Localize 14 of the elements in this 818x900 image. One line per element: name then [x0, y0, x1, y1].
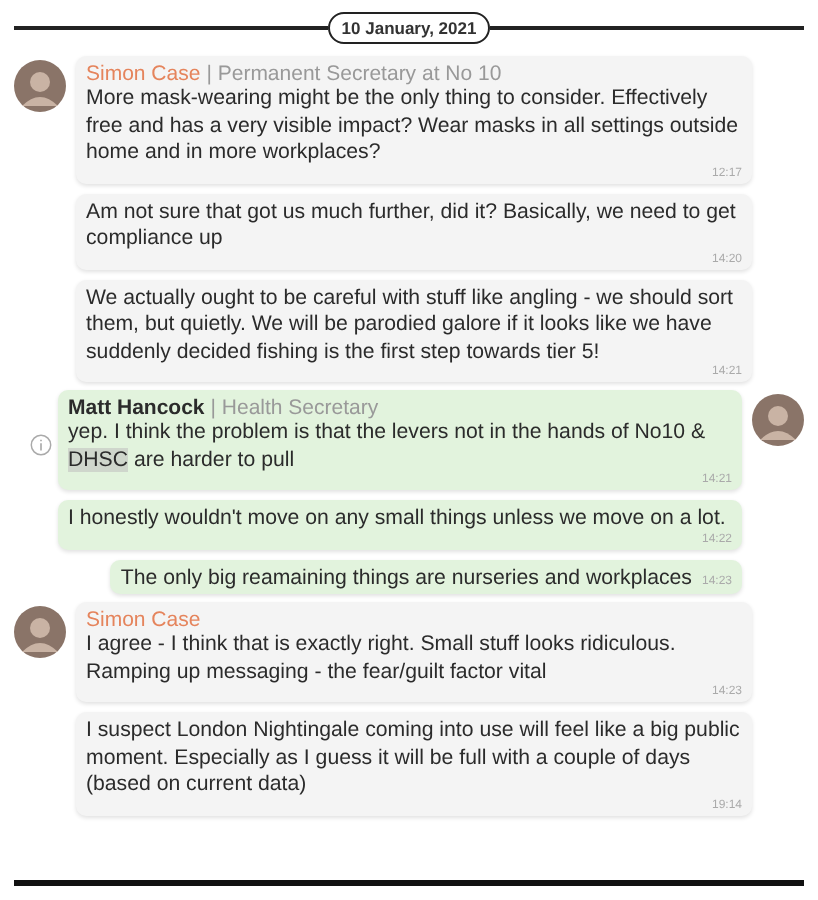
- message-text: We actually ought to be careful with stuff like angling - we should sort them, but quietly. We will be parodied galore if it looks like we have suddenly decided fishing is the first step towards tier 5!: [86, 285, 735, 365]
- sender-name: Matt Hancock: [68, 396, 205, 420]
- message-text: I suspect London Nightingale coming into use will feel like a big public moment. Especially as I guess it will be full with a couple of days (based on current data): [86, 718, 742, 799]
- date-label: 10 January, 2021: [327, 12, 491, 44]
- sender-name: Simon Case: [86, 62, 201, 86]
- message-text: More mask-wearing might be the only thing to consider. Effectively free and has a very visible impact? Wear masks in all settings outside home and in more workplaces?: [86, 86, 741, 167]
- sender-role: | Permanent Secretary at No 10: [206, 62, 502, 86]
- message-text: yep. I think the problem is that the levers not in the hands of No10 & DHSC are harder to pull: [68, 420, 708, 473]
- sender-name: Simon Case: [86, 608, 201, 632]
- message-text: The only big reamaining things are nurseries and workplaces: [120, 565, 692, 592]
- message-text: Am not sure that got us much further, did it? Basically, we need to get compliance up: [86, 199, 738, 253]
- sender-role: | Health Secretary: [210, 396, 379, 420]
- message-text: I honestly wouldn't move on any small things unless we move on a lot.: [68, 506, 728, 533]
- message-text: I agree - I think that is exactly right. Small stuff looks ridiculous. Ramping up messaging - the fear/guilt factor vital: [86, 632, 678, 686]
